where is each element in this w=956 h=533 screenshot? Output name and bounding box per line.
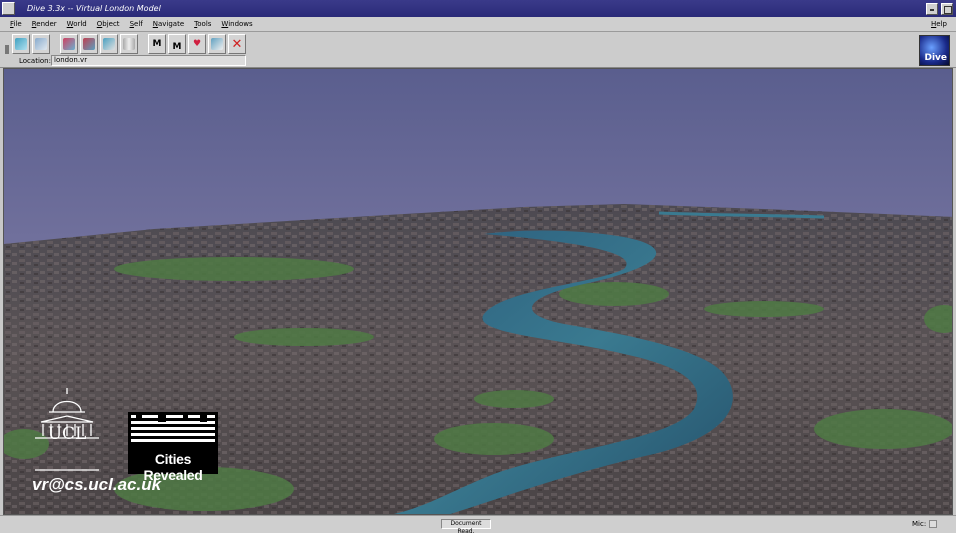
pillar-button[interactable] bbox=[120, 34, 138, 54]
menu-bar: File Render World Object Self Navigate T… bbox=[0, 17, 956, 32]
ucl-logo-text: UCL bbox=[47, 424, 87, 444]
wave-icon bbox=[211, 38, 223, 50]
menu-self[interactable]: Self bbox=[130, 20, 143, 28]
window-title: Dive 3.3x -- Virtual London Model bbox=[27, 4, 161, 13]
contact-email: vr@cs.ucl.ac.uk bbox=[32, 475, 162, 494]
window-menu-button[interactable] bbox=[2, 2, 15, 15]
3d-viewport[interactable]: UCL Cities Revealed vr@cs.ucl.ac.uk bbox=[3, 68, 953, 515]
location-label: Location: bbox=[19, 57, 51, 65]
mark-m-button[interactable]: M bbox=[148, 34, 166, 54]
mic-label: Mic: bbox=[912, 520, 927, 528]
mark-m-icon: M bbox=[152, 39, 162, 49]
dive-logo-text: Dive bbox=[924, 53, 947, 63]
pillar-icon bbox=[123, 38, 135, 50]
status-message: Document Read. bbox=[441, 519, 491, 533]
cities-revealed-stripes bbox=[131, 412, 215, 442]
menu-world[interactable]: World bbox=[67, 20, 87, 28]
mic-toggle[interactable] bbox=[929, 520, 937, 528]
menu-windows[interactable]: Windows bbox=[221, 20, 252, 28]
heart-button[interactable]: ♥ bbox=[188, 34, 206, 54]
location-input[interactable]: london.vr bbox=[51, 55, 246, 66]
dive-logo: Dive bbox=[919, 35, 950, 66]
mark-m2-icon: M bbox=[172, 42, 182, 52]
heart-icon: ♥ bbox=[192, 39, 202, 49]
toolbar: M M ♥ ✕ Location: london.vr bbox=[0, 32, 956, 68]
mark-m2-button[interactable]: M bbox=[168, 34, 186, 54]
title-bar: Dive 3.3x -- Virtual London Model bbox=[0, 0, 956, 17]
object-add-icon bbox=[63, 38, 75, 50]
maximize-button[interactable] bbox=[941, 2, 953, 15]
shape-button[interactable] bbox=[100, 34, 118, 54]
stop-button[interactable]: ✕ bbox=[228, 34, 246, 54]
new-world-button[interactable] bbox=[12, 34, 30, 54]
menu-navigate[interactable]: Navigate bbox=[153, 20, 184, 28]
object-edit-icon bbox=[83, 38, 95, 50]
menu-render[interactable]: Render bbox=[32, 20, 57, 28]
stop-cross-icon: ✕ bbox=[231, 36, 243, 52]
object-edit-button[interactable] bbox=[80, 34, 98, 54]
object-add-button[interactable] bbox=[60, 34, 78, 54]
minimize-button[interactable] bbox=[926, 2, 938, 15]
menu-file[interactable]: File bbox=[10, 20, 22, 28]
network-icon bbox=[35, 38, 47, 50]
wave-button[interactable] bbox=[208, 34, 226, 54]
status-bar: Document Read. Mic: bbox=[0, 515, 956, 533]
menu-object[interactable]: Object bbox=[97, 20, 120, 28]
toolbar-grip[interactable] bbox=[5, 45, 9, 54]
network-button[interactable] bbox=[32, 34, 50, 54]
menu-help[interactable]: Help bbox=[931, 20, 947, 28]
shape-icon bbox=[103, 38, 115, 50]
new-world-icon bbox=[15, 38, 27, 50]
menu-tools[interactable]: Tools bbox=[194, 20, 211, 28]
